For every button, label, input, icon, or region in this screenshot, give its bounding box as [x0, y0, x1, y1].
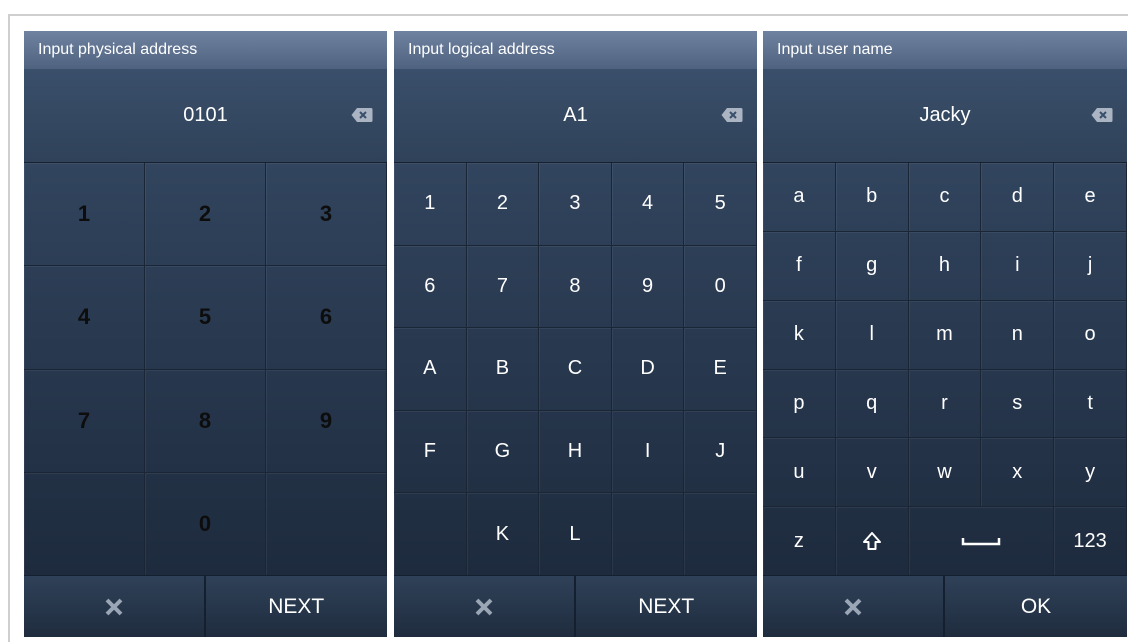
- key-A[interactable]: A: [394, 328, 467, 411]
- shift-arrow-icon: [862, 532, 881, 551]
- key-q[interactable]: q: [835, 369, 909, 439]
- key-c[interactable]: c: [908, 163, 982, 232]
- key-e[interactable]: e: [1054, 163, 1127, 232]
- key-9[interactable]: 9: [611, 245, 685, 329]
- key-h[interactable]: h: [908, 231, 982, 301]
- key-I[interactable]: I: [611, 410, 685, 494]
- key-4[interactable]: 4: [24, 266, 145, 370]
- footer-bar: OK: [763, 575, 1127, 637]
- key-d[interactable]: d: [981, 163, 1055, 232]
- key-0[interactable]: 0: [684, 245, 757, 329]
- cancel-button[interactable]: [24, 576, 206, 637]
- key-3[interactable]: 3: [539, 163, 612, 246]
- key-p[interactable]: p: [763, 369, 836, 439]
- key-6[interactable]: 6: [266, 266, 387, 370]
- logical-address-panel: Input logical address A1 12345 67890 ABCDE…: [394, 31, 757, 637]
- key-F[interactable]: F: [394, 410, 467, 494]
- empty-key: [266, 472, 387, 576]
- backspace-icon[interactable]: [721, 107, 743, 123]
- physical-address-panel: Input physical address 0101 123 456 7890 N…: [24, 31, 387, 637]
- empty-key: [394, 493, 467, 576]
- key-1[interactable]: 1: [24, 163, 145, 267]
- key-K[interactable]: K: [466, 493, 540, 576]
- alphanumeric-keypad: 12345 67890 ABCDE FGHIJ KL: [394, 163, 757, 576]
- cancel-button[interactable]: [394, 576, 576, 637]
- key-f[interactable]: f: [763, 231, 836, 301]
- key-9[interactable]: 9: [266, 369, 387, 473]
- key-1[interactable]: 1: [394, 163, 467, 246]
- footer-bar: NEXT: [24, 575, 387, 637]
- key-E[interactable]: E: [684, 328, 757, 411]
- key-j[interactable]: j: [1054, 231, 1127, 301]
- key-i[interactable]: i: [981, 231, 1055, 301]
- key-D[interactable]: D: [611, 328, 685, 411]
- input-value: 0101: [183, 104, 228, 126]
- key-s[interactable]: s: [981, 369, 1055, 439]
- key-4[interactable]: 4: [611, 163, 685, 246]
- key-a[interactable]: a: [763, 163, 836, 232]
- panel-title: Input physical address: [24, 31, 387, 69]
- key-w[interactable]: w: [908, 438, 982, 508]
- key-r[interactable]: r: [908, 369, 982, 439]
- next-button[interactable]: NEXT: [576, 576, 758, 637]
- empty-key: [611, 493, 685, 576]
- space-bar-icon: [961, 538, 1001, 546]
- key-5[interactable]: 5: [684, 163, 757, 246]
- key-C[interactable]: C: [539, 328, 612, 411]
- key-5[interactable]: 5: [145, 266, 266, 370]
- key-2[interactable]: 2: [466, 163, 540, 246]
- input-field[interactable]: 0101: [24, 69, 387, 163]
- key-8[interactable]: 8: [145, 369, 266, 473]
- cancel-button[interactable]: [763, 576, 945, 637]
- key-J[interactable]: J: [684, 410, 757, 494]
- space-key[interactable]: [908, 507, 1055, 576]
- key-b[interactable]: b: [835, 163, 909, 232]
- key-H[interactable]: H: [539, 410, 612, 494]
- key-o[interactable]: o: [1054, 300, 1127, 370]
- input-value: Jacky: [919, 104, 971, 126]
- empty-key: [24, 472, 145, 576]
- input-field[interactable]: Jacky: [763, 69, 1127, 163]
- x-icon: [475, 598, 493, 615]
- numeric-mode-key[interactable]: 123: [1054, 507, 1127, 576]
- backspace-icon[interactable]: [351, 107, 373, 123]
- key-t[interactable]: t: [1054, 369, 1127, 439]
- key-z[interactable]: z: [763, 507, 836, 576]
- x-icon: [844, 598, 862, 615]
- backspace-icon[interactable]: [1091, 107, 1113, 123]
- key-k[interactable]: k: [763, 300, 836, 370]
- key-2[interactable]: 2: [145, 163, 266, 267]
- input-value: A1: [563, 104, 588, 126]
- key-0[interactable]: 0: [145, 472, 266, 576]
- key-7[interactable]: 7: [24, 369, 145, 473]
- empty-key: [684, 493, 757, 576]
- key-x[interactable]: x: [981, 438, 1055, 508]
- key-m[interactable]: m: [908, 300, 982, 370]
- key-6[interactable]: 6: [394, 245, 467, 329]
- key-g[interactable]: g: [835, 231, 909, 301]
- footer-bar: NEXT: [394, 575, 757, 637]
- key-n[interactable]: n: [981, 300, 1055, 370]
- x-icon: [105, 598, 123, 615]
- input-field[interactable]: A1: [394, 69, 757, 163]
- next-button[interactable]: NEXT: [206, 576, 388, 637]
- panel-title: Input user name: [763, 31, 1127, 69]
- key-u[interactable]: u: [763, 438, 836, 508]
- key-B[interactable]: B: [466, 328, 540, 411]
- key-7[interactable]: 7: [466, 245, 540, 329]
- key-v[interactable]: v: [835, 438, 909, 508]
- panel-title: Input logical address: [394, 31, 757, 69]
- letter-keyboard: a b c d e f g h i j k l m n o p q r s t u v w x y z 123: [763, 163, 1127, 576]
- key-G[interactable]: G: [466, 410, 540, 494]
- ok-button[interactable]: OK: [945, 576, 1127, 637]
- key-3[interactable]: 3: [266, 163, 387, 267]
- numeric-keypad: 123 456 7890: [24, 163, 387, 576]
- shift-key[interactable]: [835, 507, 909, 576]
- key-l[interactable]: l: [835, 300, 909, 370]
- user-name-panel: Input user name Jacky abcde fghij klmno pqr…: [763, 31, 1127, 637]
- key-y[interactable]: y: [1054, 438, 1127, 508]
- key-L[interactable]: L: [539, 493, 612, 576]
- key-8[interactable]: 8: [539, 245, 612, 329]
